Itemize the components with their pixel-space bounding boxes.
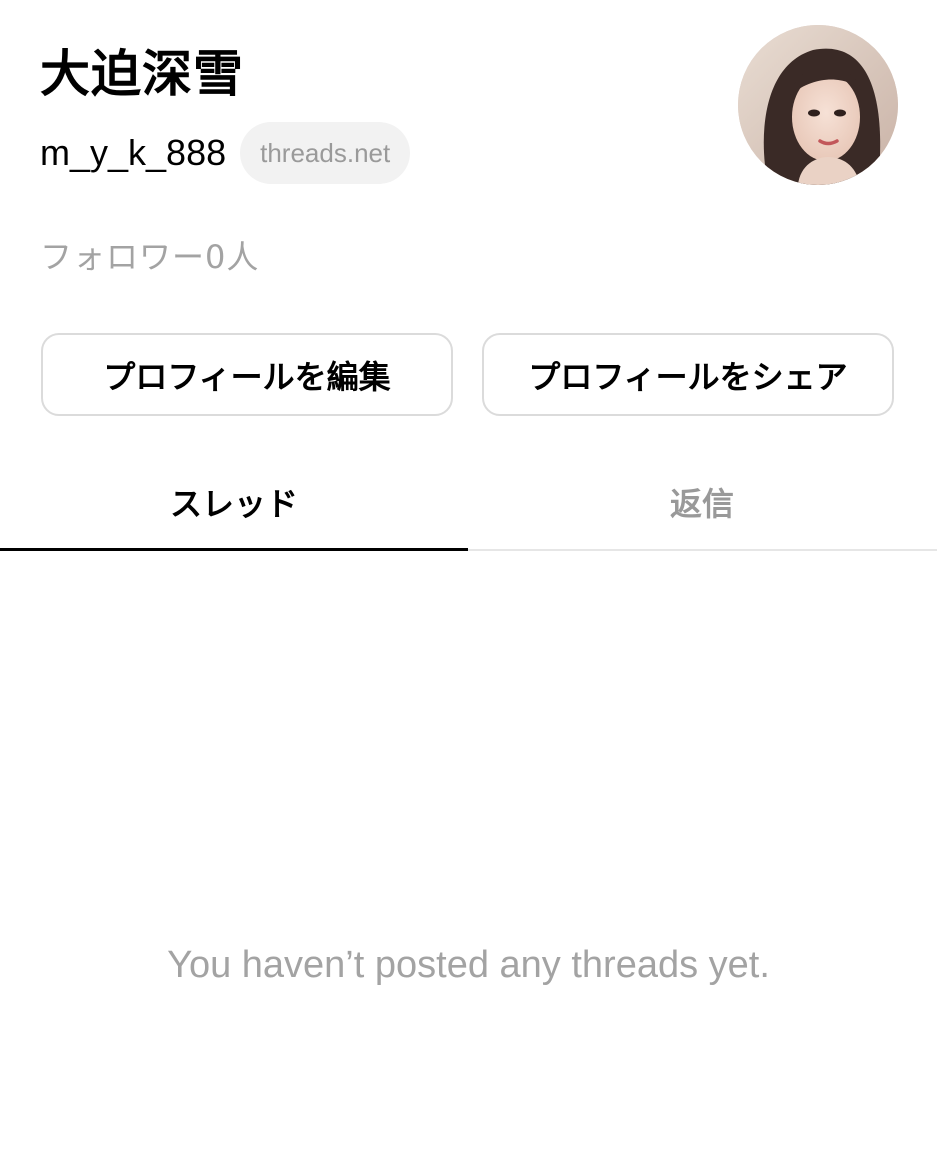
followers-count[interactable]: フォロワー0人 <box>40 232 259 278</box>
active-tab-indicator <box>0 548 468 551</box>
avatar-photo <box>738 25 898 185</box>
handle-row: m_y_k_888 threads.net <box>40 122 411 184</box>
tab-threads[interactable]: スレッド <box>0 452 468 551</box>
avatar[interactable] <box>738 25 898 185</box>
profile-tabs: スレッド 返信 <box>0 452 937 551</box>
display-name: 大迫深雪 <box>40 45 244 103</box>
username: m_y_k_888 <box>40 132 227 173</box>
empty-state-message: You haven’t posted any threads yet. <box>167 944 770 986</box>
share-profile-button[interactable]: プロフィールをシェア <box>482 333 894 416</box>
domain-badge[interactable]: threads.net <box>240 122 411 184</box>
tab-replies[interactable]: 返信 <box>468 452 936 551</box>
edit-profile-button[interactable]: プロフィールを編集 <box>41 333 453 416</box>
